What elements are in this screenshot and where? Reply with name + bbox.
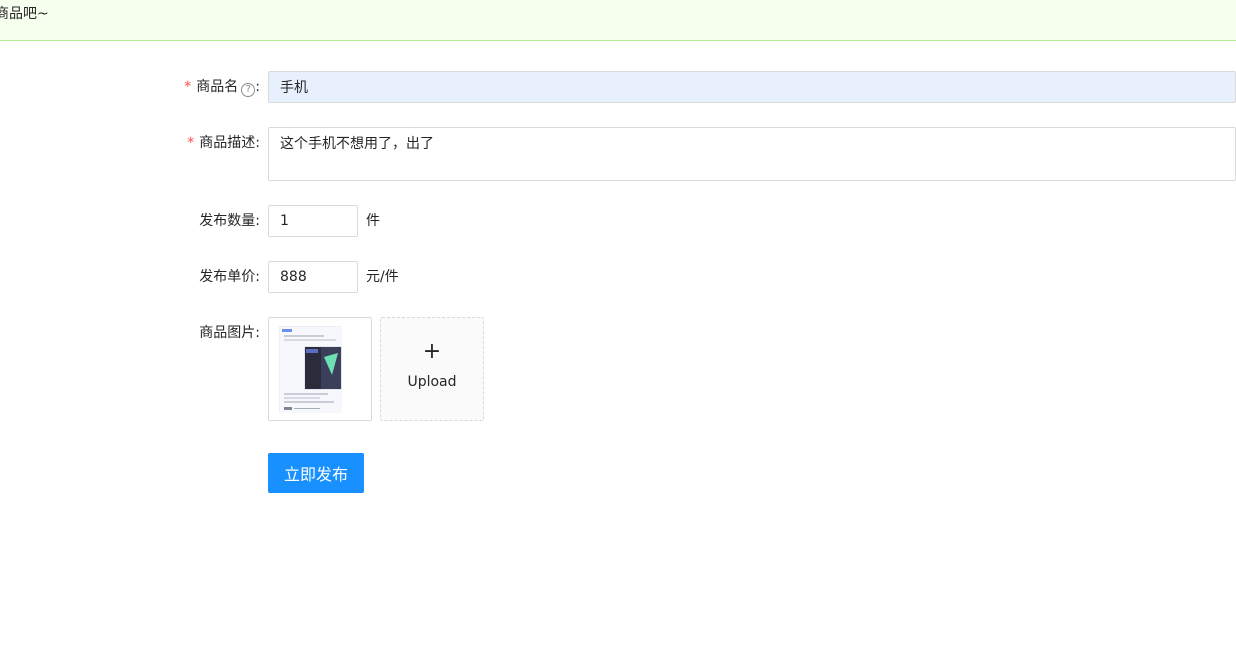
help-question-icon[interactable]: ?	[241, 83, 256, 97]
quantity-label: 发布数量:	[199, 213, 260, 229]
publish-button[interactable]: 立即发布	[268, 453, 364, 493]
price-input[interactable]	[268, 261, 358, 293]
name-label: * 商品名?:	[184, 79, 260, 97]
uploaded-image-thumbnail	[279, 326, 342, 413]
price-unit: 元/件	[366, 269, 399, 285]
description-label: * 商品描述:	[187, 135, 260, 151]
price-label: 发布单价:	[199, 269, 260, 285]
description-textarea[interactable]: 这个手机不想用了，出了	[268, 127, 1236, 181]
upload-button[interactable]: + Upload	[380, 317, 484, 421]
name-input[interactable]	[268, 71, 1236, 103]
phone-screenshot-image	[280, 327, 342, 413]
notice-banner-text: 商品吧~	[0, 6, 49, 22]
required-mark: *	[184, 79, 192, 95]
images-label: 商品图片:	[199, 325, 260, 341]
quantity-input[interactable]	[268, 205, 358, 237]
uploaded-image-card[interactable]	[268, 317, 372, 421]
notice-banner: 商品吧~	[0, 0, 1236, 41]
plus-icon: +	[422, 339, 442, 364]
quantity-unit: 件	[366, 213, 380, 229]
required-mark: *	[187, 135, 195, 151]
upload-label: Upload	[407, 374, 457, 390]
